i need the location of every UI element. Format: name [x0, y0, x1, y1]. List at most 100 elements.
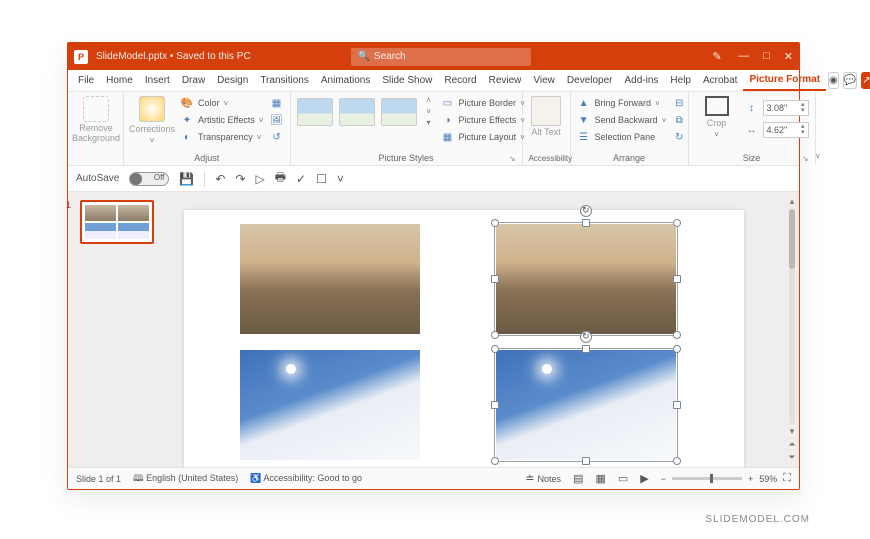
rotate-handle-icon[interactable]: [580, 331, 592, 343]
collapse-ribbon-button[interactable]: ˅: [816, 152, 821, 161]
zoom-in-button[interactable]: +: [748, 474, 753, 484]
undo-button[interactable]: ↶: [215, 172, 225, 186]
save-button[interactable]: 💾: [179, 172, 194, 186]
picture-snow-left[interactable]: [240, 350, 420, 460]
rotate-handle-icon[interactable]: [580, 205, 592, 217]
ribbon-display-icon[interactable]: ✎: [710, 50, 724, 64]
group-remove-background: Remove Background: [68, 92, 124, 165]
align-button[interactable]: ⊟: [672, 96, 686, 110]
maximize-button[interactable]: □: [763, 50, 770, 64]
search-box[interactable]: 🔍 Search: [351, 48, 531, 66]
picture-styles-gallery[interactable]: ˄˅▾: [297, 96, 435, 127]
remove-background-button[interactable]: Remove Background: [74, 96, 118, 144]
change-picture-button[interactable]: 🖼: [270, 113, 284, 127]
bring-forward-button[interactable]: ▲Bring Forward˅: [577, 96, 667, 110]
selection-box-bottom[interactable]: [494, 348, 678, 462]
group-objects-button[interactable]: ⧉: [672, 113, 686, 127]
style-preset-2[interactable]: [339, 98, 375, 126]
color-button[interactable]: 🎨Color˅: [180, 96, 264, 110]
styles-more-button[interactable]: ˄˅▾: [423, 96, 435, 127]
selection-pane-button[interactable]: ☰Selection Pane: [577, 130, 667, 144]
tab-design[interactable]: Design: [211, 70, 254, 91]
tab-record[interactable]: Record: [438, 70, 482, 91]
tab-developer[interactable]: Developer: [561, 70, 619, 91]
close-button[interactable]: ✕: [784, 50, 793, 64]
tab-draw[interactable]: Draw: [176, 70, 211, 91]
selection-box-top[interactable]: [494, 222, 678, 336]
reset-icon: ↺: [270, 130, 284, 144]
group-label-size: Size↘: [695, 151, 809, 163]
slide-counter[interactable]: Slide 1 of 1: [76, 474, 121, 484]
artistic-effects-button[interactable]: ✦Artistic Effects˅: [180, 113, 264, 127]
scroll-up-icon[interactable]: ▴: [790, 196, 795, 207]
crop-button[interactable]: Crop˅: [695, 96, 739, 139]
reset-picture-button[interactable]: ↺: [270, 130, 284, 144]
reading-view-button[interactable]: ▭: [618, 472, 628, 485]
change-picture-icon: 🖼: [270, 113, 284, 127]
slide-sorter-button[interactable]: ▦: [595, 472, 605, 485]
tab-slide-show[interactable]: Slide Show: [376, 70, 438, 91]
compress-pictures-button[interactable]: ▦: [270, 96, 284, 110]
scroll-thumb[interactable]: [789, 209, 795, 269]
picture-layout-button[interactable]: ▦Picture Layout˅: [441, 130, 526, 144]
corrections-button[interactable]: Corrections˅: [130, 96, 174, 145]
tab-picture-format[interactable]: Picture Format: [743, 70, 826, 91]
document-title[interactable]: SlideModel.pptx • Saved to this PC ˅: [96, 51, 258, 62]
style-preset-3[interactable]: [381, 98, 417, 126]
start-from-beginning-button[interactable]: ▷: [255, 172, 264, 186]
picture-beach-left[interactable]: [240, 224, 420, 334]
tab-file[interactable]: File: [72, 70, 100, 91]
compress-icon: ▦: [270, 96, 284, 110]
slide-canvas-area[interactable]: [158, 192, 785, 467]
tab-acrobat[interactable]: Acrobat: [697, 70, 743, 91]
slide-thumbnails-pane[interactable]: 1: [68, 192, 158, 467]
notes-button[interactable]: ≐ Notes: [525, 472, 561, 485]
slide-thumbnail-1[interactable]: [80, 200, 154, 244]
send-backward-button[interactable]: ▼Send Backward˅: [577, 113, 667, 127]
slideshow-view-button[interactable]: ▶: [640, 472, 648, 485]
transparency-button[interactable]: ◐Transparency˅: [180, 130, 264, 144]
touch-mode-button[interactable]: ☐: [316, 172, 327, 186]
accessibility-status[interactable]: ♿ Accessibility: Good to go: [250, 473, 362, 484]
group-accessibility: Alt Text Accessibility: [523, 92, 571, 165]
styles-launcher-icon[interactable]: ↘: [509, 154, 516, 163]
camera-button[interactable]: ◉: [828, 72, 839, 89]
minimize-button[interactable]: —: [738, 50, 749, 64]
tab-animations[interactable]: Animations: [315, 70, 376, 91]
quick-print-button[interactable]: 🖶: [275, 168, 286, 189]
scroll-down-icon[interactable]: ▾: [790, 426, 795, 437]
fit-to-window-button[interactable]: ⛶: [783, 472, 791, 485]
qat-more-button[interactable]: ˅: [337, 172, 344, 186]
width-input[interactable]: ↔4.62"▴▾: [745, 122, 809, 138]
picture-border-button[interactable]: ▭Picture Border˅: [441, 96, 526, 110]
size-launcher-icon[interactable]: ↘: [802, 154, 809, 163]
zoom-out-button[interactable]: −: [661, 474, 666, 484]
vertical-scrollbar[interactable]: ▴ ▾ ⏶ ⏷: [785, 192, 799, 467]
autosave-toggle[interactable]: Off: [129, 172, 169, 186]
spell-check-button[interactable]: ✓: [296, 172, 306, 186]
tab-help[interactable]: Help: [664, 70, 697, 91]
share-button[interactable]: ↗: [861, 72, 870, 89]
tab-add-ins[interactable]: Add-ins: [619, 70, 665, 91]
group-label-arrange: Arrange: [577, 151, 682, 163]
layout-icon: ▦: [441, 130, 455, 144]
picture-effects-button[interactable]: ◑Picture Effects˅: [441, 113, 526, 127]
tab-review[interactable]: Review: [483, 70, 528, 91]
next-slide-icon[interactable]: ⏷: [788, 452, 795, 463]
zoom-control[interactable]: − + 59% ⛶: [661, 472, 791, 485]
comments-button[interactable]: 💬: [843, 72, 857, 89]
redo-button[interactable]: ↷: [235, 172, 245, 186]
tab-home[interactable]: Home: [100, 70, 139, 91]
language-indicator[interactable]: 🕮 English (United States): [133, 471, 238, 487]
prev-slide-icon[interactable]: ⏶: [788, 439, 795, 450]
zoom-slider[interactable]: [672, 477, 742, 480]
rotate-button[interactable]: ↻: [672, 130, 686, 144]
height-input[interactable]: ↕3.08"▴▾: [745, 100, 809, 116]
zoom-percent[interactable]: 59%: [759, 474, 777, 484]
style-preset-1[interactable]: [297, 98, 333, 126]
alt-text-button[interactable]: Alt Text: [529, 96, 564, 138]
tab-view[interactable]: View: [527, 70, 561, 91]
tab-transitions[interactable]: Transitions: [254, 70, 315, 91]
tab-insert[interactable]: Insert: [139, 70, 176, 91]
normal-view-button[interactable]: ▤: [573, 472, 583, 485]
